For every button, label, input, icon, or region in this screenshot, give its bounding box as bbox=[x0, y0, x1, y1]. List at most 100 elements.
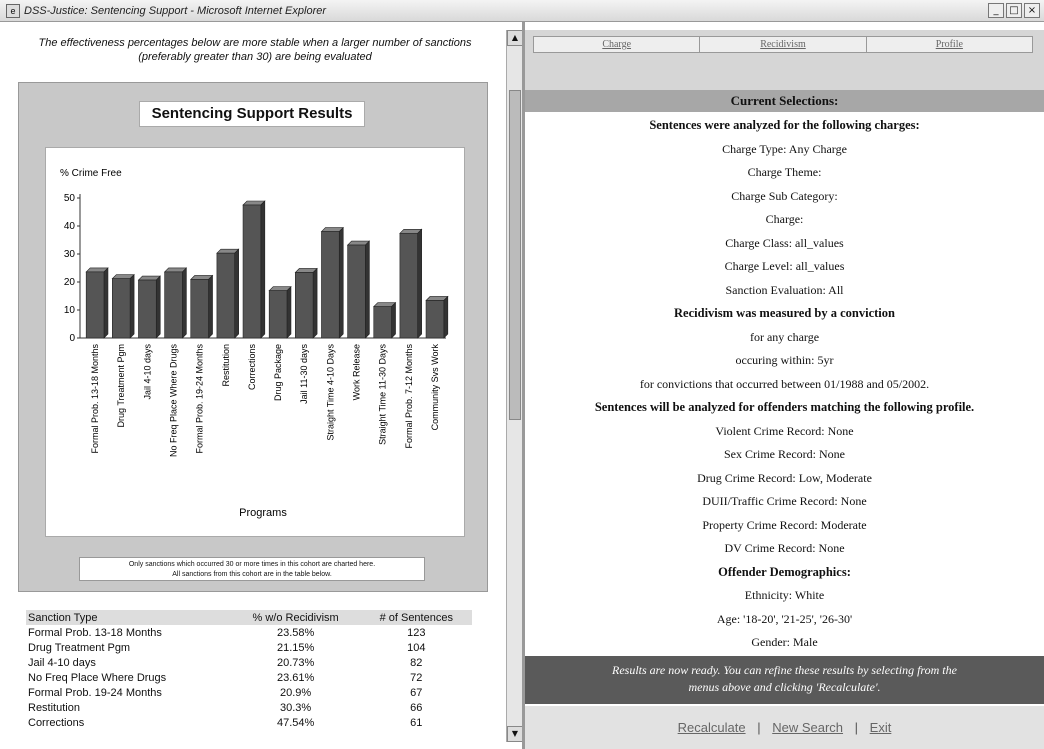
nav-bar: Charge Recidivism Profile bbox=[525, 30, 1044, 90]
x-tick-label: Straight Time 4-10 Days bbox=[325, 344, 335, 441]
cell-recidivism: 21.15% bbox=[276, 641, 315, 654]
selection-line: Drug Crime Record: Low, Moderate bbox=[697, 470, 872, 485]
scroll-up-arrow[interactable]: ▲ bbox=[507, 30, 523, 46]
current-selections-list: Sentences were analyzed for the followin… bbox=[525, 114, 1044, 655]
y-tick-label: 30 bbox=[64, 249, 76, 260]
bar-side bbox=[103, 267, 109, 339]
cell-recidivism: 20.9% bbox=[280, 686, 312, 699]
cell-sentences: 66 bbox=[410, 701, 423, 714]
left-frame-scrollbar[interactable]: ▲ ▼ bbox=[506, 30, 523, 742]
selection-line: DUII/Traffic Crime Record: None bbox=[702, 494, 867, 508]
chart-footnote-line1: Only sanctions which occurred 30 or more… bbox=[128, 561, 376, 568]
selection-line: Sanction Evaluation: All bbox=[725, 282, 844, 297]
table-row: Corrections 47.54% 61 bbox=[26, 715, 472, 730]
bar-side bbox=[129, 273, 135, 339]
chart-footnote-line2: All sanctions from this cohort are in th… bbox=[172, 571, 332, 578]
cell-sentences: 82 bbox=[410, 656, 423, 669]
bar-side bbox=[286, 285, 292, 339]
scroll-thumb[interactable] bbox=[509, 90, 521, 420]
cell-sentences: 72 bbox=[410, 671, 423, 684]
selection-line: Recidivism was measured by a conviction bbox=[674, 306, 895, 320]
selection-line: occuring within: 5yr bbox=[735, 353, 834, 367]
bar bbox=[85, 271, 105, 339]
exit-link[interactable]: Exit bbox=[870, 720, 892, 735]
chart-footnote: Only sanctions which occurred 30 or more… bbox=[79, 557, 425, 581]
tab-recidivism[interactable]: Recidivism bbox=[700, 37, 867, 52]
x-tick-label: Formal Prob. 19-24 Months bbox=[195, 344, 205, 454]
window-title: DSS-Justice: Sentencing Support - Micros… bbox=[24, 4, 327, 17]
cell-sanction-type: Drug Treatment Pgm bbox=[28, 641, 131, 654]
y-tick-label: 0 bbox=[69, 333, 75, 344]
restore-button[interactable]: □ bbox=[1006, 3, 1022, 18]
y-axis-label: % Crime Free bbox=[60, 168, 122, 179]
x-tick-label: Drug Package bbox=[273, 344, 283, 401]
bar bbox=[425, 300, 445, 339]
bar-side bbox=[443, 295, 449, 339]
x-tick-label: Work Release bbox=[352, 344, 362, 400]
window-titlebar: e DSS-Justice: Sentencing Support - Micr… bbox=[0, 0, 1044, 22]
plot-panel: % Crime Free 0 10 20 30 40 50 Formal Prob. 13-1… bbox=[45, 147, 465, 537]
bar bbox=[216, 252, 235, 339]
x-axis-label: Programs bbox=[239, 507, 287, 519]
bar bbox=[373, 306, 392, 339]
bar bbox=[347, 244, 366, 339]
y-tick-label: 10 bbox=[64, 305, 76, 316]
recalculate-link[interactable]: Recalculate bbox=[678, 720, 746, 735]
selection-line: Sentences will be analyzed for offenders… bbox=[594, 400, 975, 414]
y-tick-label: 50 bbox=[64, 193, 76, 204]
scroll-down-arrow[interactable]: ▼ bbox=[507, 726, 523, 742]
cell-sentences: 123 bbox=[407, 626, 426, 639]
chart-title: Sentencing Support Results bbox=[139, 101, 365, 127]
x-tick-label: Drug Treatment Pgm bbox=[116, 344, 126, 428]
selection-line: for any charge bbox=[749, 329, 820, 344]
bar-side bbox=[365, 240, 370, 339]
x-tick-label: Formal Prob. 7-12 Months bbox=[404, 344, 414, 449]
cell-sanction-type: Corrections bbox=[28, 716, 85, 729]
x-tick-label: Jail 11-30 days bbox=[299, 344, 309, 404]
browser-icon: e bbox=[6, 3, 20, 18]
window-controls: _ □ × bbox=[988, 3, 1040, 18]
x-tick-label: Jail 4-10 days bbox=[142, 344, 152, 400]
col-sentences: # of Sentences bbox=[360, 610, 472, 625]
bar-side bbox=[260, 200, 266, 339]
selection-line: Sex Crime Record: None bbox=[724, 447, 845, 461]
current-selections-header: Current Selections: bbox=[525, 90, 1044, 112]
stability-note: The effectiveness percentages below are … bbox=[38, 37, 472, 63]
selection-line: Charge Class: all_values bbox=[725, 235, 844, 250]
footer-separator: | bbox=[757, 720, 761, 735]
table-row: No Freq Place Where Drugs 23.61% 72 bbox=[26, 670, 472, 685]
table-row: Jail 4-10 days 20.73% 82 bbox=[26, 655, 472, 670]
x-tick-label: Straight Time 11-30 Days bbox=[378, 344, 388, 445]
selection-line: Charge Theme: bbox=[747, 165, 822, 179]
bar bbox=[164, 271, 183, 339]
selection-line: Sentences were analyzed for the followin… bbox=[649, 118, 920, 132]
tab-charge[interactable]: Charge bbox=[534, 37, 701, 52]
tab-profile[interactable]: Profile bbox=[867, 37, 1032, 52]
x-tick-label: Formal Prob. 13-18 Months bbox=[90, 344, 100, 454]
minimize-button[interactable]: _ bbox=[988, 3, 1004, 18]
selection-line: DV Crime Record: None bbox=[724, 541, 845, 555]
results-table-wrap: Sanction Type % w/o Recidivism # of Sent… bbox=[26, 610, 496, 730]
selection-line: Ethnicity: White bbox=[744, 588, 825, 602]
table-header-row: Sanction Type % w/o Recidivism # of Sent… bbox=[26, 610, 472, 625]
bar bbox=[112, 278, 131, 339]
bar-side bbox=[155, 275, 161, 339]
cell-recidivism: 30.3% bbox=[280, 701, 312, 714]
bar-side bbox=[182, 267, 187, 339]
cell-sanction-type: Jail 4-10 days bbox=[28, 656, 96, 669]
chart-frame: Sentencing Support Results % Crime Free 0… bbox=[18, 82, 488, 592]
bar bbox=[268, 290, 288, 339]
results-ready-banner: Results are now ready. You can refine th… bbox=[525, 656, 1044, 704]
cell-recidivism: 20.73% bbox=[276, 656, 315, 669]
col-recidivism: % w/o Recidivism bbox=[230, 610, 361, 625]
selection-line: Charge Sub Category: bbox=[731, 188, 838, 203]
col-sanction-type: Sanction Type bbox=[26, 610, 231, 625]
cell-sanction-type: Formal Prob. 19-24 Months bbox=[28, 686, 162, 699]
cell-recidivism: 23.58% bbox=[276, 626, 315, 639]
bar-chart: % Crime Free 0 10 20 30 40 50 Formal Prob. 13-1… bbox=[60, 168, 449, 519]
close-button[interactable]: × bbox=[1024, 3, 1040, 18]
selection-line: Gender: Male bbox=[751, 635, 818, 649]
new-search-link[interactable]: New Search bbox=[772, 720, 843, 735]
selection-line: Charge Level: all_values bbox=[724, 259, 845, 273]
bar bbox=[321, 231, 340, 339]
